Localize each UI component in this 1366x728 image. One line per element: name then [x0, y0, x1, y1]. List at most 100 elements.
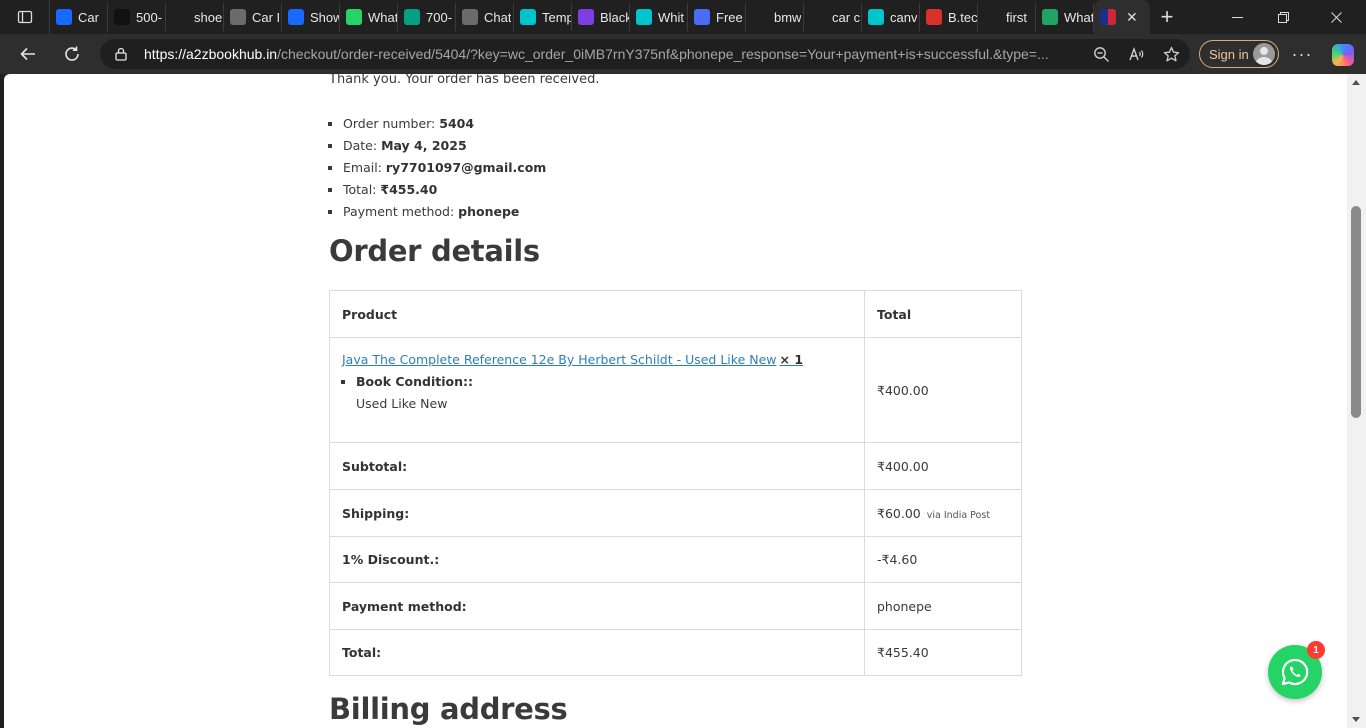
heart-icon	[578, 9, 594, 25]
overview-order-number: Order number: 5404	[343, 114, 546, 136]
table-row-subtotal: Subtotal: ₹400.00	[329, 442, 1022, 490]
browser-tab[interactable]: Temp	[514, 3, 572, 31]
subtotal-value: ₹400.00	[864, 442, 1022, 490]
browser-tab[interactable]: B.tec	[920, 3, 978, 31]
table-row-total: Total: ₹455.40	[329, 629, 1022, 676]
tab-label: Chat	[484, 9, 512, 25]
overview-label: Total:	[343, 182, 381, 197]
favorite-star-icon[interactable]	[1163, 46, 1180, 63]
shipping-label: Shipping:	[329, 489, 865, 537]
browser-tab[interactable]: Car I	[224, 3, 282, 31]
page-scrollbar[interactable]	[1347, 74, 1366, 728]
product-name[interactable]: Java The Complete Reference 12e By Herbe…	[342, 352, 777, 367]
sign-in-button[interactable]: Sign in	[1199, 40, 1279, 68]
payment-method-label: Payment method:	[329, 582, 865, 630]
overview-label: Order number:	[343, 116, 440, 131]
url-path: /checkout/order-received/5404/?key=wc_or…	[277, 46, 1049, 62]
browser-tab[interactable]: What	[340, 3, 398, 31]
more-options-button[interactable]: ···	[1288, 34, 1316, 74]
overview-value: May 4, 2025	[381, 138, 467, 153]
read-aloud-icon[interactable]	[1128, 46, 1145, 63]
browser-tab[interactable]: bmw	[746, 3, 804, 31]
browser-tab[interactable]: Show	[282, 3, 340, 31]
browser-tab[interactable]: What	[1036, 3, 1094, 31]
browser-tab[interactable]: canv	[862, 3, 920, 31]
browser-tab[interactable]: Free	[688, 3, 746, 31]
url-text[interactable]: https://a2zbookhub.in/checkout/order-rec…	[144, 46, 1056, 62]
whatsapp-icon	[1281, 658, 1309, 686]
shipping-method: via India Post	[926, 509, 991, 521]
behance-icon	[56, 9, 72, 25]
overview-total: Total: ₹455.40	[343, 180, 546, 202]
browser-tab[interactable]: car c	[804, 3, 862, 31]
browser-tab[interactable]: Whit	[630, 3, 688, 31]
product-meta-list: Book Condition::	[356, 374, 473, 389]
avatar-icon	[1253, 43, 1275, 65]
restore-button[interactable]	[1260, 0, 1306, 34]
total-value: ₹455.40	[864, 629, 1022, 676]
browser-tab[interactable]: first	[978, 3, 1036, 31]
order-received-notice: Thank you. Your order has been received.	[329, 74, 600, 87]
chatgpt-icon	[230, 9, 246, 25]
table-row-shipping: Shipping: ₹60.00 via India Post	[329, 489, 1022, 537]
window-controls	[1214, 0, 1366, 34]
browser-tab[interactable]: Black	[572, 3, 630, 31]
close-tab-icon[interactable]: ✕	[1126, 9, 1138, 26]
browser-tab[interactable]: Car	[50, 3, 108, 31]
product-cell: Java The Complete Reference 12e By Herbe…	[329, 337, 865, 443]
close-window-button[interactable]	[1306, 0, 1366, 34]
search-icon	[984, 9, 1000, 25]
scroll-up-arrow-icon[interactable]	[1352, 80, 1360, 85]
overview-label: Payment method:	[343, 204, 459, 219]
back-button[interactable]	[8, 34, 48, 74]
tab-label: 500-	[136, 9, 163, 25]
browser-tab-active[interactable]: ✕	[1094, 0, 1150, 34]
address-bar[interactable]: https://a2zbookhub.in/checkout/order-rec…	[100, 39, 1190, 69]
tab-label: Whit	[658, 9, 684, 25]
tab-label: Free	[716, 9, 743, 25]
product-link[interactable]: Java The Complete Reference 12e By Herbe…	[342, 352, 803, 367]
table-row-discount: 1% Discount.: -₹4.60	[329, 536, 1022, 583]
tab-label: Show	[310, 9, 339, 25]
tab-list: Car 500- shoe Car I Show What 700- Chat Temp Blac…	[50, 0, 1150, 34]
tab-label: car c	[832, 9, 861, 25]
browser-tab[interactable]: shoe	[166, 3, 224, 31]
new-tab-button[interactable]: +	[1150, 0, 1184, 34]
tab-label: 700-	[426, 9, 453, 25]
product-quantity: × 1	[779, 352, 804, 367]
search-icon	[810, 9, 826, 25]
order-details-table: Product Total Java The Complete Referenc…	[329, 290, 1022, 676]
billing-address-heading: Billing address	[329, 692, 568, 726]
product-meta-value: Used Like New	[356, 396, 448, 411]
tab-label: Temp	[542, 9, 571, 25]
tab-actions-icon	[17, 10, 32, 24]
table-row-payment-method: Payment method: phonepe	[329, 582, 1022, 630]
refresh-button[interactable]	[52, 34, 92, 74]
minimize-icon	[1231, 16, 1243, 18]
tab-label: What	[368, 9, 397, 25]
pexels-icon	[404, 9, 420, 25]
product-total-cell: ₹400.00	[864, 337, 1022, 443]
tab-actions-button[interactable]	[0, 0, 50, 34]
browser-tab[interactable]: 700-	[398, 3, 456, 31]
restore-icon	[1277, 11, 1289, 23]
scroll-down-arrow-icon[interactable]	[1352, 717, 1360, 722]
table-row-product: Java The Complete Reference 12e By Herbe…	[329, 337, 1022, 443]
zoom-out-icon[interactable]	[1093, 46, 1110, 63]
tab-label: first	[1006, 9, 1027, 25]
lock-icon[interactable]	[114, 47, 128, 61]
tab-label: Car I	[252, 9, 281, 25]
minimize-button[interactable]	[1214, 0, 1260, 34]
scrollbar-thumb[interactable]	[1351, 206, 1361, 418]
column-header-product: Product	[329, 290, 865, 338]
edge-icon	[1042, 9, 1058, 25]
tab-label: shoe	[194, 9, 223, 25]
copilot-icon[interactable]	[1332, 44, 1354, 66]
overview-value: ry7701097@gmail.com	[385, 160, 547, 175]
subtotal-label: Subtotal:	[329, 442, 865, 490]
order-overview: Order number: 5404 Date: May 4, 2025 Ema…	[343, 114, 546, 224]
discount-value: -₹4.60	[864, 536, 1022, 583]
browser-tab[interactable]: Chat	[456, 3, 514, 31]
shipping-cell: ₹60.00 via India Post	[864, 489, 1022, 537]
browser-tab[interactable]: 500-	[108, 3, 166, 31]
